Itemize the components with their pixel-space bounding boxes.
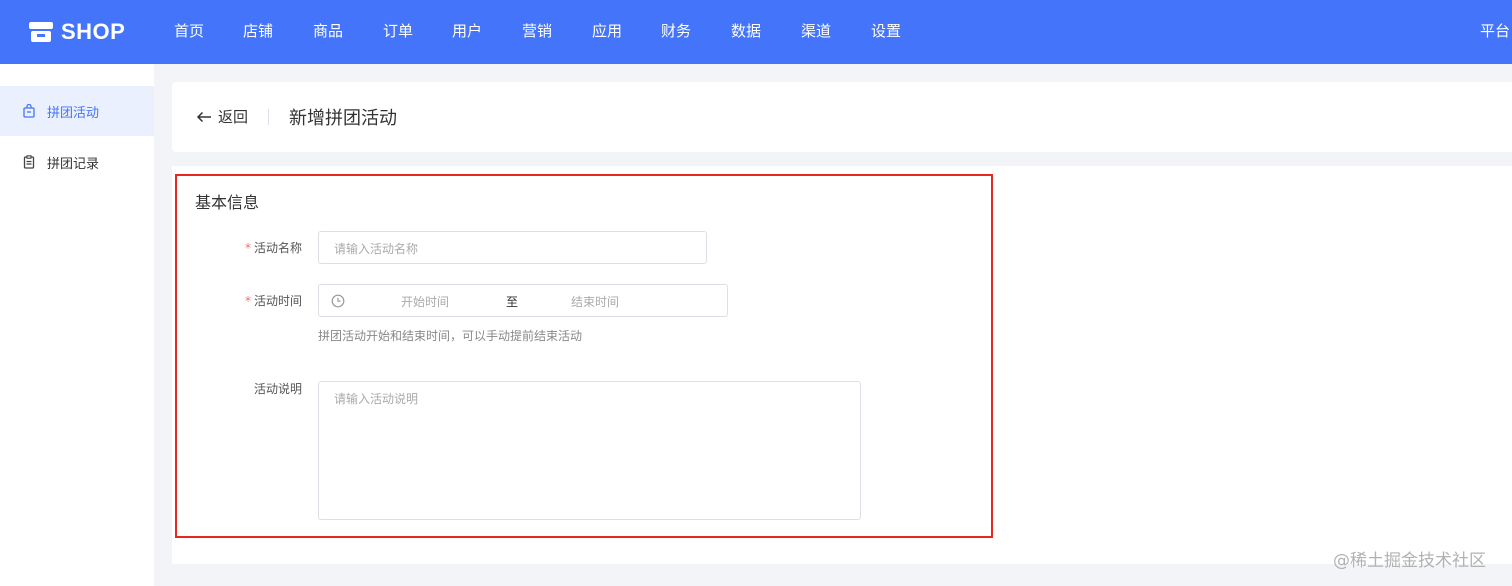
watermark: @稀土掘金技术社区 (1333, 551, 1486, 571)
nav-item-finance[interactable]: 财务 (661, 21, 691, 41)
nav-item-channels[interactable]: 渠道 (801, 21, 831, 41)
activity-time-label-text: 活动时间 (253, 294, 302, 308)
store-icon (29, 22, 53, 42)
required-mark: * (244, 241, 251, 255)
required-mark: * (244, 294, 251, 308)
nav-item-marketing[interactable]: 营销 (522, 21, 552, 41)
back-label: 返回 (218, 108, 249, 126)
logo[interactable]: SHOP (28, 17, 125, 47)
sidebar-item-label: 拼团记录 (47, 156, 100, 172)
nav-item-settings[interactable]: 设置 (871, 21, 901, 41)
arrow-left-icon (196, 111, 211, 122)
activity-time-label: * 活动时间 (182, 292, 302, 309)
section-title: 基本信息 (195, 193, 260, 212)
logo-text: SHOP (61, 19, 126, 44)
top-navbar: SHOP 首页 店铺 商品 订单 用户 营销 应用 财务 数据 渠道 设置 平台 (0, 0, 1512, 64)
activity-time-range-picker[interactable]: 开始时间 至 结束时间 (318, 284, 728, 317)
activity-description-placeholder: 请输入活动说明 (334, 392, 419, 406)
nav-item-data[interactable]: 数据 (731, 21, 761, 41)
nav-item-orders[interactable]: 订单 (383, 21, 413, 41)
nav-item-apps[interactable]: 应用 (592, 21, 622, 41)
activity-name-label-text: 活动名称 (253, 241, 302, 255)
platform-label[interactable]: 平台 (1480, 21, 1510, 41)
sidebar-item-group-records[interactable]: 拼团记录 (0, 137, 154, 187)
activity-description-label: 活动说明 (253, 382, 302, 396)
activity-name-input[interactable]: 请输入活动名称 (318, 231, 707, 264)
clipboard-icon (23, 155, 35, 169)
sidebar-item-label: 拼团活动 (47, 105, 100, 121)
start-time-input[interactable]: 开始时间 (401, 293, 449, 310)
range-separator: 至 (506, 295, 519, 309)
activity-name-label: * 活动名称 (182, 239, 302, 256)
clock-icon (331, 294, 345, 308)
page-title: 新增拼团活动 (289, 108, 397, 129)
nav-item-users[interactable]: 用户 (452, 21, 482, 41)
activity-name-placeholder: 请输入活动名称 (334, 242, 419, 256)
nav-item-store[interactable]: 店铺 (243, 21, 273, 41)
sidebar: 拼团活动 拼团记录 (0, 64, 154, 586)
sidebar-item-group-activity[interactable]: 拼团活动 (0, 86, 154, 136)
nav-item-goods[interactable]: 商品 (313, 21, 343, 41)
back-button[interactable]: 返回 (196, 106, 248, 127)
activity-time-hint: 拼团活动开始和结束时间，可以手动提前结束活动 (318, 329, 583, 343)
end-time-input[interactable]: 结束时间 (571, 293, 619, 310)
page-header: 返回 新增拼团活动 (172, 82, 1512, 152)
activity-description-textarea[interactable]: 请输入活动说明 (318, 381, 861, 520)
nav-item-home[interactable]: 首页 (174, 21, 204, 41)
header-divider (268, 109, 269, 125)
bag-icon (23, 104, 35, 118)
